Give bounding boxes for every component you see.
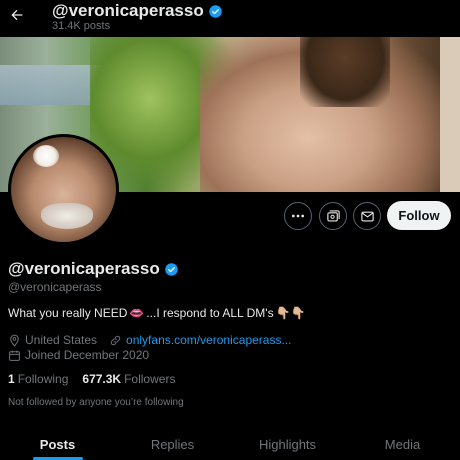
follow-stats: 1 Following 677.3K Followers	[8, 372, 175, 386]
avatar[interactable]	[8, 134, 119, 245]
not-followed-note: Not followed by anyone you’re following	[8, 397, 184, 408]
tab-highlights[interactable]: Highlights	[230, 430, 345, 460]
location-text: United States	[25, 333, 98, 347]
top-bar: @veronicaperasso 31.4K posts	[0, 0, 460, 37]
bio-text-start: What you really NEED	[8, 306, 128, 320]
more-horizontal-icon	[292, 214, 304, 218]
link-icon	[110, 335, 121, 345]
banner-hair	[300, 37, 390, 107]
subscribe-button[interactable]	[319, 202, 347, 230]
handle: @veronicaperass	[8, 280, 102, 294]
lips-emoji: 👄	[129, 306, 145, 320]
tab-label: Posts	[39, 437, 76, 452]
meta-row-2: Joined December 2020	[8, 348, 149, 362]
verified-badge-icon	[164, 262, 178, 276]
back-button[interactable]	[6, 4, 28, 26]
following-link[interactable]: 1 Following	[8, 372, 68, 386]
followers-count: 677.3K	[82, 372, 122, 386]
bio-text-mid: ...I respond to ALL DM's	[146, 306, 274, 320]
header-title: @veronicaperasso	[52, 1, 204, 20]
tab-replies[interactable]: Replies	[115, 430, 230, 460]
bio: What you really NEED 👄 ...I respond to A…	[8, 306, 305, 320]
avatar-flower	[33, 145, 59, 167]
envelope-icon	[360, 211, 374, 221]
meta-row-1: United States onlyfans.com/veronicaperas…	[8, 333, 291, 347]
tab-label: Media	[384, 437, 421, 452]
calendar-icon	[9, 350, 20, 361]
more-button[interactable]	[284, 202, 312, 230]
banner-edge	[440, 37, 460, 192]
followers-label: Followers	[124, 372, 176, 386]
header-title-row: @veronicaperasso	[52, 1, 223, 21]
avatar-detail	[41, 203, 93, 229]
follow-button[interactable]: Follow	[387, 201, 451, 230]
display-name-row: @veronicaperasso	[8, 259, 179, 279]
tab-label: Highlights	[258, 437, 317, 452]
tab-media[interactable]: Media	[345, 430, 460, 460]
message-button[interactable]	[353, 202, 381, 230]
following-label: Following	[17, 372, 69, 386]
tab-label: Replies	[150, 437, 195, 452]
pointing-down-emoji: 👇🏼👇🏼	[275, 306, 306, 320]
tab-posts[interactable]: Posts	[0, 430, 115, 460]
verified-badge-icon	[208, 4, 222, 18]
joined-text: Joined December 2020	[25, 348, 150, 362]
followers-link[interactable]: 677.3K Followers	[82, 372, 175, 386]
subscribe-icon	[326, 209, 340, 221]
following-count: 1	[8, 372, 15, 386]
display-name: @veronicaperasso	[8, 259, 160, 278]
post-count: 31.4K posts	[52, 20, 111, 32]
arrow-left-icon	[11, 9, 23, 21]
profile-tabs: Posts Replies Highlights Media	[0, 430, 460, 460]
website-link[interactable]: onlyfans.com/veronicaperass...	[126, 333, 291, 347]
location-pin-icon	[10, 334, 19, 347]
